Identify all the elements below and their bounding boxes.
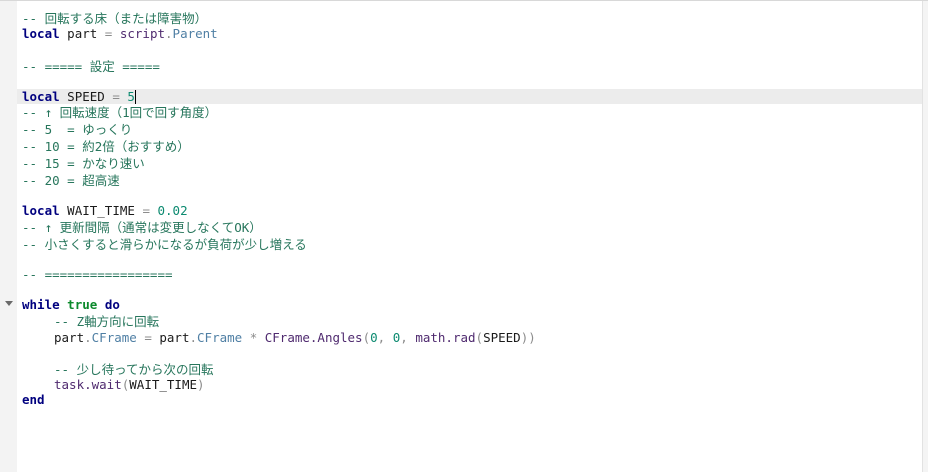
fold-arrow-icon[interactable]	[5, 301, 13, 306]
code-token: CFrame.Angles	[264, 330, 363, 345]
code-token: -- 回転する床（または障害物）	[22, 11, 208, 26]
code-line[interactable]: -- 回転する床（または障害物）	[22, 11, 207, 27]
code-token: CFrame	[197, 330, 243, 345]
editor-gutter	[0, 1, 17, 472]
code-line[interactable]: while true do	[22, 297, 120, 313]
code-token: SPEED	[59, 89, 113, 104]
code-line[interactable]: -- 10 = 約2倍（おすすめ）	[22, 139, 190, 155]
code-token: local	[22, 203, 60, 218]
code-token: do	[104, 297, 120, 312]
code-token: -- 10 = 約2倍（おすすめ）	[22, 139, 190, 154]
code-token: )	[197, 377, 205, 392]
code-line[interactable]: -- 少し待ってから次の回転	[22, 362, 213, 378]
code-line[interactable]: local SPEED = 5	[22, 89, 136, 105]
code-line[interactable]: -- 15 = かなり速い	[22, 156, 145, 172]
code-token: Parent	[172, 26, 218, 41]
code-token: math.rad	[415, 330, 476, 345]
text-caret	[134, 90, 136, 104]
code-line[interactable]: -- =================	[22, 267, 173, 283]
vertical-scrollbar[interactable]	[922, 1, 928, 472]
code-line[interactable]: -- 小さくすると滑らかになるが負荷が少し増える	[22, 237, 307, 253]
code-editor[interactable]: -- 回転する床（または障害物） local part = script.Pare…	[0, 0, 928, 472]
code-token: ))	[520, 330, 536, 345]
code-token: =	[136, 330, 160, 345]
code-token: ,	[400, 330, 416, 345]
code-token: =	[142, 203, 150, 218]
code-token: -- =================	[22, 267, 173, 282]
code-token: .	[189, 330, 198, 345]
code-token: ,	[377, 330, 393, 345]
code-token: -- 少し待ってから次の回転	[54, 362, 214, 377]
code-line[interactable]: local WAIT_TIME = 0.02	[22, 203, 188, 219]
code-token: CFrame	[91, 330, 137, 345]
code-token: while	[22, 297, 60, 312]
code-token: (	[475, 330, 484, 345]
code-line[interactable]: local part = script.Parent	[22, 26, 218, 42]
code-line[interactable]: -- Z軸方向に回転	[22, 314, 159, 330]
code-token: -- ===== 設定 =====	[22, 59, 160, 74]
code-line[interactable]: -- ===== 設定 =====	[22, 59, 160, 75]
code-token: WAIT_TIME	[129, 377, 197, 392]
code-token: SPEED	[483, 330, 521, 345]
code-token: -- 20 = 超高速	[22, 173, 120, 188]
code-token: -- 小さくすると滑らかになるが負荷が少し増える	[22, 237, 307, 252]
code-token: local	[22, 26, 60, 41]
code-token: part	[59, 26, 105, 41]
code-token: true	[67, 297, 98, 312]
code-token: (	[362, 330, 371, 345]
code-token: task.wait	[54, 377, 122, 392]
code-token: .	[84, 330, 92, 345]
code-token: .	[165, 26, 173, 41]
code-token: 0.02	[157, 203, 188, 218]
code-token: =	[112, 89, 120, 104]
current-line-highlight	[17, 89, 924, 104]
code-token: -- Z軸方向に回転	[54, 314, 160, 329]
code-token: part	[54, 330, 85, 345]
code-line[interactable]: task.wait(WAIT_TIME)	[22, 377, 205, 393]
code-token: script	[119, 26, 166, 41]
code-token: part	[159, 330, 190, 345]
code-line[interactable]: -- 20 = 超高速	[22, 173, 120, 189]
code-token: *	[242, 330, 265, 345]
code-line[interactable]: -- 5 = ゆっくり	[22, 122, 132, 138]
code-token: WAIT_TIME	[59, 203, 143, 218]
code-token: -- 5 = ゆっくり	[22, 122, 133, 137]
code-token: end	[22, 392, 45, 407]
code-line[interactable]: part.CFrame = part.CFrame * CFrame.Angle…	[22, 330, 536, 346]
code-line[interactable]: -- ↑ 回転速度（1回で回す角度）	[22, 105, 217, 121]
code-token: -- ↑ 更新間隔（通常は変更しなくてOK）	[22, 220, 262, 235]
code-token: -- 15 = かなり速い	[22, 156, 145, 171]
code-token: -- ↑ 回転速度（1回で回す角度）	[22, 105, 218, 120]
code-token: 5	[127, 89, 135, 104]
code-token: local	[22, 89, 60, 104]
code-token: 0	[370, 330, 378, 345]
code-line[interactable]: -- ↑ 更新間隔（通常は変更しなくてOK）	[22, 220, 262, 236]
code-line[interactable]: end	[22, 392, 45, 408]
